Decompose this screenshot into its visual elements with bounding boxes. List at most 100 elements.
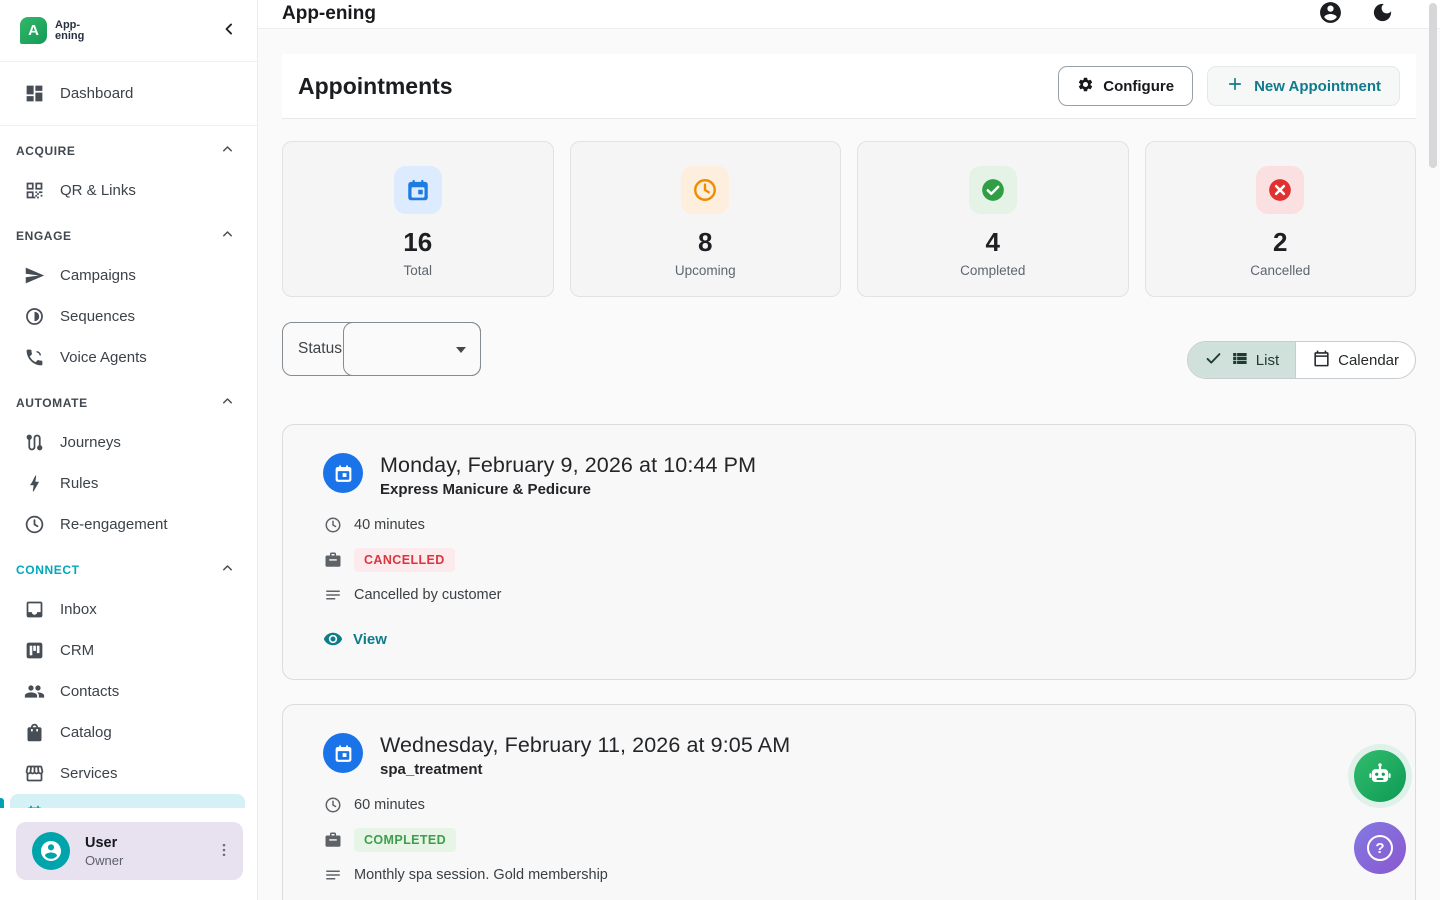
calendar-avatar-icon <box>323 733 363 773</box>
chevron-up-icon <box>220 561 235 579</box>
calendar-icon <box>1312 349 1331 372</box>
dashboard-icon <box>24 83 45 104</box>
duration-value: 60 minutes <box>354 797 425 813</box>
page-title: Appointments <box>298 73 453 100</box>
sidebar-item-inbox[interactable]: Inbox <box>0 589 257 630</box>
sidebar-item-re-engagement[interactable]: Re-engagement <box>0 504 257 545</box>
sidebar-item-label: Contacts <box>60 683 119 700</box>
stat-label: Completed <box>960 263 1025 278</box>
notes-icon <box>324 866 342 884</box>
sidebar-section-automate[interactable]: AUTOMATE <box>0 384 257 422</box>
user-card[interactable]: User Owner <box>16 822 243 880</box>
view-toggle: List Calendar <box>1187 341 1416 379</box>
chevron-down-icon <box>456 347 466 353</box>
sidebar-item-label: Catalog <box>60 724 112 741</box>
stat-label: Cancelled <box>1250 263 1310 278</box>
sidebar-item-services[interactable]: Services <box>0 753 257 794</box>
appointment-service: Express Manicure & Pedicure <box>380 481 756 498</box>
sidebar-footer: User Owner <box>0 808 257 900</box>
sidebar-item-catalog[interactable]: Catalog <box>0 712 257 753</box>
appointment-title-block: Wednesday, February 11, 2026 at 9:05 AM … <box>380 733 790 778</box>
appointment-datetime: Wednesday, February 11, 2026 at 9:05 AM <box>380 733 790 758</box>
sidebar-item-label: Dashboard <box>60 85 133 102</box>
note-row: Monthly spa session. Gold membership <box>324 865 1375 885</box>
topbar-actions <box>1318 0 1394 28</box>
nav-block-dashboard: Dashboard <box>0 62 257 126</box>
plus-icon <box>1226 75 1244 97</box>
stat-label: Total <box>403 263 432 278</box>
sidebar-section-engage[interactable]: ENGAGE <box>0 217 257 255</box>
avatar <box>32 832 70 870</box>
eye-icon <box>323 629 343 649</box>
people-icon <box>24 681 45 702</box>
appointments-list: Monday, February 9, 2026 at 10:44 PM Exp… <box>282 424 1416 900</box>
help-fab-button[interactable]: ? <box>1354 822 1406 874</box>
sidebar-section-acquire[interactable]: ACQUIRE <box>0 132 257 170</box>
sidebar-section-connect[interactable]: CONNECT <box>0 551 257 589</box>
sidebar-collapse-button[interactable] <box>219 19 239 42</box>
clock-icon <box>681 166 729 214</box>
dark-mode-toggle[interactable] <box>1371 1 1394 27</box>
user-role: Owner <box>85 853 123 868</box>
scrollbar-thumb[interactable] <box>1429 3 1437 168</box>
sidebar-item-qr-links[interactable]: QR & Links <box>0 170 257 211</box>
sidebar-item-journeys[interactable]: Journeys <box>0 422 257 463</box>
app-logo-icon: A <box>20 17 47 44</box>
new-appointment-button[interactable]: New Appointment <box>1207 66 1400 106</box>
sidebar-item-contacts[interactable]: Contacts <box>0 671 257 712</box>
configure-button[interactable]: Configure <box>1058 66 1193 106</box>
logo-letter: A <box>28 22 39 39</box>
appointment-service: spa_treatment <box>380 761 790 778</box>
robot-icon <box>1366 761 1394 792</box>
sidebar-item-sequences[interactable]: Sequences <box>0 296 257 337</box>
topbar-title: App-ening <box>282 3 376 25</box>
check-icon <box>1204 349 1223 372</box>
contrast-circle-icon <box>24 306 45 327</box>
appointment-details: 40 minutes CANCELLED Cance <box>324 515 1375 605</box>
status-row: CANCELLED <box>324 548 1375 572</box>
clock-icon <box>324 516 342 534</box>
sidebar-item-label: Rules <box>60 475 98 492</box>
chatbot-fab-button[interactable] <box>1354 750 1406 802</box>
appointment-details: 60 minutes COMPLETED Month <box>324 795 1375 885</box>
clock-icon <box>324 796 342 814</box>
user-meta: User Owner <box>85 835 123 868</box>
sidebar-item-label: Re-engagement <box>60 516 168 533</box>
stats-row: 16 Total 8 Upcoming 4 Completed <box>282 141 1416 297</box>
sidebar-item-crm[interactable]: CRM <box>0 630 257 671</box>
calendar-icon <box>394 166 442 214</box>
phone-icon <box>24 347 45 368</box>
stat-card-total: 16 Total <box>282 141 554 297</box>
sidebar-item-voice-agents[interactable]: Voice Agents <box>0 337 257 378</box>
user-name: User <box>85 835 123 851</box>
gear-icon <box>1077 76 1094 97</box>
chevron-up-icon <box>220 142 235 160</box>
sidebar-item-dashboard[interactable]: Dashboard <box>0 73 257 114</box>
route-icon <box>24 432 45 453</box>
account-button[interactable] <box>1318 0 1343 28</box>
briefcase-icon <box>324 831 342 849</box>
sidebar-item-campaigns[interactable]: Campaigns <box>0 255 257 296</box>
calendar-view-button[interactable]: Calendar <box>1296 342 1415 378</box>
status-badge: CANCELLED <box>354 548 455 572</box>
inbox-icon <box>24 599 45 620</box>
notes-icon <box>324 586 342 604</box>
note-text: Cancelled by customer <box>354 587 502 603</box>
storefront-icon <box>24 763 45 784</box>
stat-value: 8 <box>698 227 712 258</box>
sidebar-item-rules[interactable]: Rules <box>0 463 257 504</box>
check-circle-icon <box>969 166 1017 214</box>
appointment-card: Monday, February 9, 2026 at 10:44 PM Exp… <box>282 424 1416 680</box>
user-menu-button[interactable] <box>215 841 233 862</box>
send-icon <box>24 265 45 286</box>
sidebar-item-label: CRM <box>60 642 94 659</box>
status-select[interactable]: Status <box>282 322 481 376</box>
view-link[interactable]: View <box>323 629 413 649</box>
bolt-icon <box>24 473 45 494</box>
appointment-header: Monday, February 9, 2026 at 10:44 PM Exp… <box>323 453 1375 498</box>
appointment-header: Wednesday, February 11, 2026 at 9:05 AM … <box>323 733 1375 778</box>
chevron-left-icon <box>219 19 239 42</box>
chevron-up-icon <box>220 394 235 412</box>
topbar: App-ening <box>258 0 1440 29</box>
list-view-button[interactable]: List <box>1188 342 1296 378</box>
